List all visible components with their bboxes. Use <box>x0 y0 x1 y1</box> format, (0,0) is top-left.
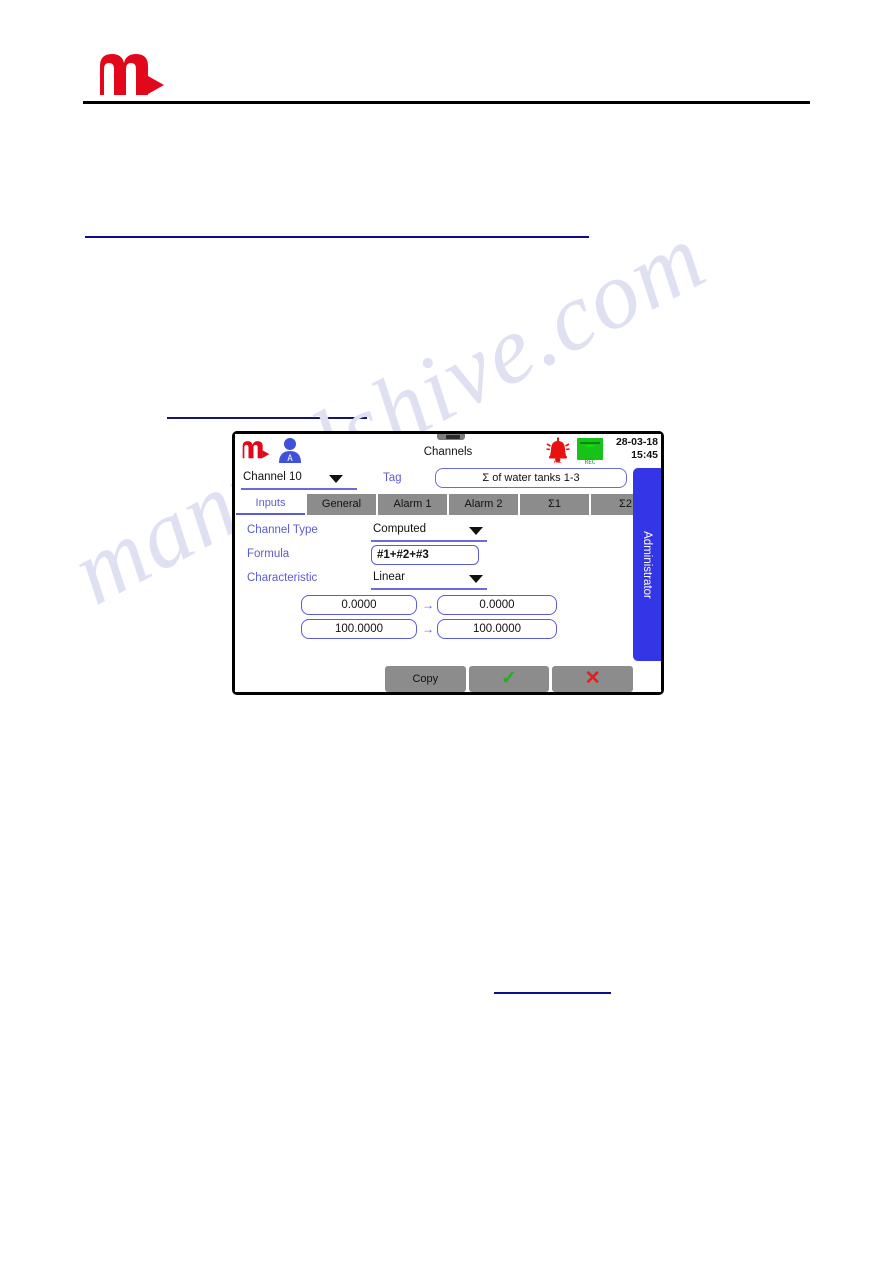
time-text: 15:45 <box>631 449 658 461</box>
scaling-input-high-to[interactable]: 100.0000 <box>437 619 557 639</box>
tab-alarm-1[interactable]: Alarm 1 <box>378 494 447 515</box>
tag-label: Tag <box>383 472 402 484</box>
user-role-sidebar[interactable]: Administrator <box>633 468 661 661</box>
recording-status-label: REC <box>584 459 596 466</box>
arrow-right-icon: → <box>422 622 434 636</box>
datetime-display: 28-03-18 15:45 <box>616 436 658 462</box>
header-divider <box>83 101 810 104</box>
cancel-button[interactable]: ✕ <box>552 666 634 692</box>
date-text: 28-03-18 <box>615 436 658 448</box>
device-speaker-icon <box>437 434 465 440</box>
channel-select[interactable]: Channel 10 <box>241 470 357 490</box>
inputs-form: Channel Type Computed Formula #1+#2+#3 C… <box>235 515 661 643</box>
channel-tag-row: Channel 10 Tag Σ of water tanks 1-3 <box>235 468 661 494</box>
check-icon: ✓ <box>501 668 517 689</box>
section-divider-mid <box>167 417 367 419</box>
device-bezel: A Channels AL REC 28-03-18 15:45 Channel… <box>232 431 664 695</box>
cross-icon: ✕ <box>584 668 601 689</box>
characteristic-value: Linear <box>373 571 405 583</box>
formula-input[interactable]: #1+#2+#3 <box>371 545 479 565</box>
status-bar: A Channels AL REC 28-03-18 15:45 <box>235 434 661 468</box>
section-divider-lower <box>494 992 611 994</box>
formula-row: Formula #1+#2+#3 <box>235 545 661 569</box>
chevron-down-icon <box>469 575 483 583</box>
tab-sigma-1[interactable]: Σ1 <box>520 494 589 515</box>
tab-alarm-2[interactable]: Alarm 2 <box>449 494 518 515</box>
scaling-input-high-from[interactable]: 100.0000 <box>301 619 417 639</box>
document-logo <box>96 52 168 96</box>
scaling-row-low: 0.0000 → 0.0000 <box>235 595 661 619</box>
device-screen: A Channels AL REC 28-03-18 15:45 Channel… <box>235 434 661 692</box>
tab-inputs[interactable]: Inputs <box>236 494 305 515</box>
section-divider-upper <box>85 236 589 238</box>
characteristic-label: Characteristic <box>247 572 318 584</box>
chevron-down-icon <box>329 475 343 483</box>
channel-select-value: Channel 10 <box>243 471 302 483</box>
channel-type-row: Channel Type Computed <box>235 521 661 545</box>
characteristic-row: Characteristic Linear <box>235 569 661 593</box>
channel-type-select[interactable]: Computed <box>371 522 487 542</box>
formula-label: Formula <box>247 548 290 560</box>
confirm-button[interactable]: ✓ <box>468 666 550 692</box>
channel-type-label: Channel Type <box>247 524 318 536</box>
recording-indicator-icon[interactable] <box>577 438 603 460</box>
characteristic-select[interactable]: Linear <box>371 570 487 590</box>
tag-input[interactable]: Σ of water tanks 1-3 <box>435 468 627 488</box>
user-role-label: Administrator <box>641 530 653 599</box>
action-button-bar: Copy ✓ ✕ <box>235 666 661 692</box>
tab-general[interactable]: General <box>307 494 376 515</box>
channel-type-value: Computed <box>373 523 427 535</box>
alarm-status-label: AL <box>553 458 563 465</box>
copy-button[interactable]: Copy <box>385 666 466 692</box>
scaling-row-high: 100.0000 → 100.0000 <box>235 619 661 643</box>
scaling-input-low-to[interactable]: 0.0000 <box>437 595 557 615</box>
scaling-input-low-from[interactable]: 0.0000 <box>301 595 417 615</box>
arrow-right-icon: → <box>422 598 434 612</box>
tab-bar: Inputs General Alarm 1 Alarm 2 Σ1 Σ2 <box>235 494 661 515</box>
chevron-down-icon <box>469 527 483 535</box>
